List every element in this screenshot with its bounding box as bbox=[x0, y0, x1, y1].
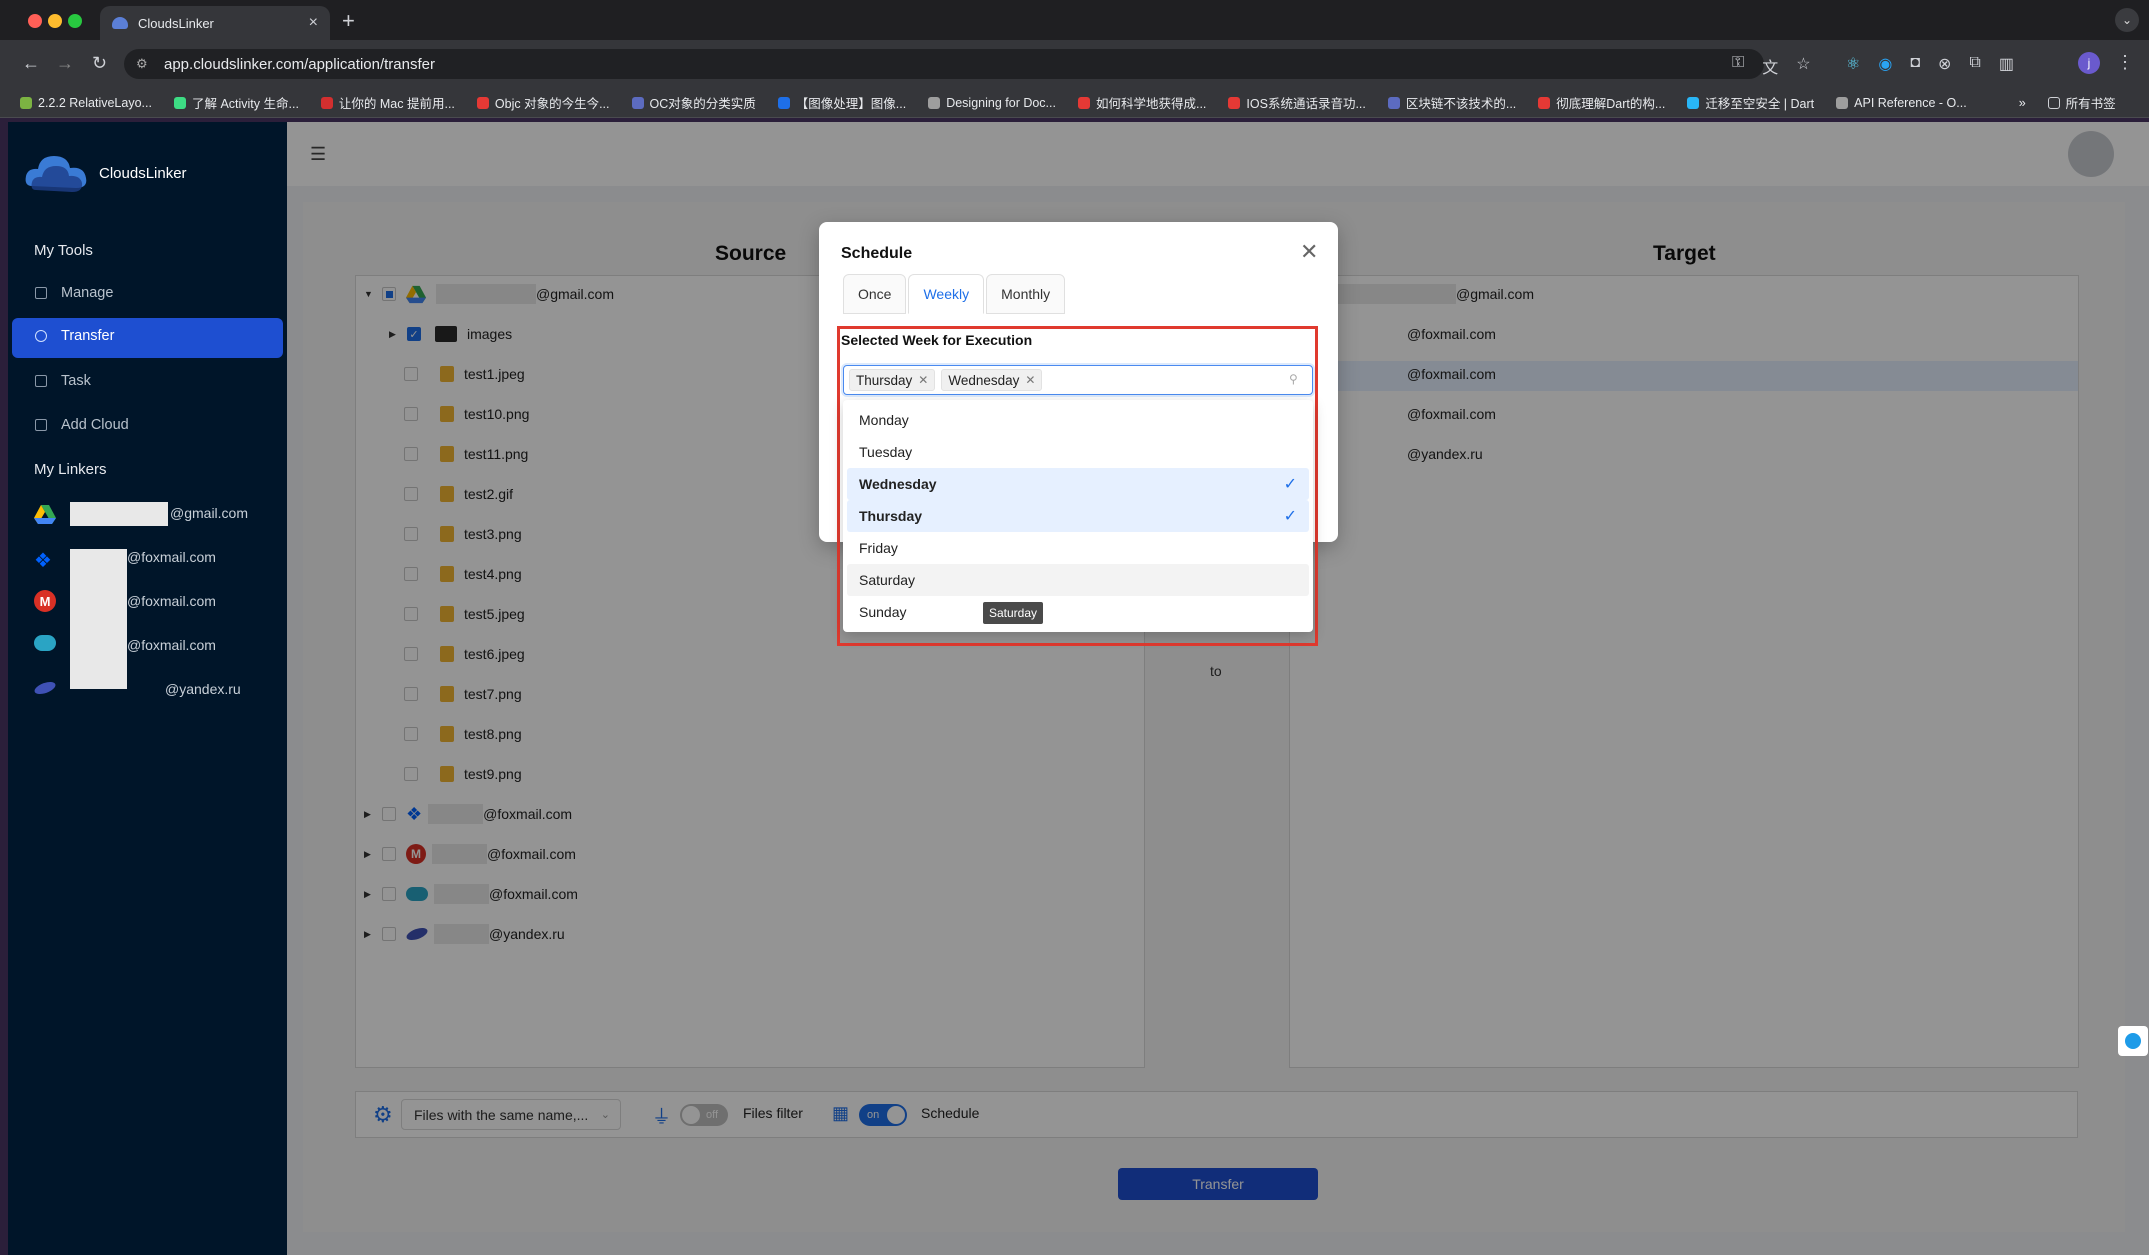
tab-close-icon[interactable]: × bbox=[309, 14, 318, 32]
extensions-bar: ⚛ ◉ ◘ ⊗ ⧉ ▥ bbox=[1846, 54, 2014, 74]
tab-search-button[interactable]: ⌄ bbox=[2115, 8, 2139, 32]
search-icon: ⚲ bbox=[1289, 372, 1298, 386]
bookmark-item[interactable]: 让你的 Mac 提前用... bbox=[320, 93, 455, 112]
tag-remove-icon[interactable]: ✕ bbox=[918, 373, 928, 387]
bookmark-item[interactable]: Designing for Doc... bbox=[928, 96, 1056, 110]
extension-blue-icon[interactable]: ◉ bbox=[1878, 54, 1892, 74]
check-icon: ✓ bbox=[1283, 476, 1297, 493]
bookmark-item[interactable]: API Reference - O... bbox=[1836, 96, 1967, 110]
bookmark-item[interactable]: OC对象的分类实质 bbox=[631, 93, 756, 112]
pcloud-icon bbox=[34, 635, 56, 651]
url-text: app.cloudslinker.com/application/transfe… bbox=[164, 55, 435, 73]
selected-tag: Thursday ✕ bbox=[849, 369, 936, 391]
tab-title: CloudsLinker bbox=[138, 15, 214, 31]
new-tab-button[interactable]: + bbox=[342, 8, 355, 34]
side-panel-icon[interactable]: ▥ bbox=[1999, 54, 2014, 74]
extension-glasses-icon[interactable]: ◘ bbox=[1910, 54, 1920, 74]
forward-arrow-icon[interactable]: → bbox=[56, 53, 74, 74]
linker-item[interactable]: @gmail.com bbox=[170, 505, 248, 521]
close-icon[interactable]: ✕ bbox=[1300, 239, 1318, 265]
window-close-button[interactable] bbox=[28, 14, 42, 28]
bookmark-star-icon[interactable]: ☆ bbox=[1796, 54, 1810, 78]
react-devtools-icon[interactable]: ⚛ bbox=[1846, 54, 1860, 74]
back-arrow-icon[interactable]: ← bbox=[22, 53, 40, 74]
tag-remove-icon[interactable]: ✕ bbox=[1025, 373, 1035, 387]
extension-x-icon[interactable]: ⊗ bbox=[1938, 54, 1951, 74]
tab-monthly[interactable]: Monthly bbox=[986, 274, 1066, 314]
floating-helper-button[interactable] bbox=[2118, 1026, 2148, 1056]
password-key-icon[interactable]: ⚿ bbox=[1732, 54, 1744, 78]
translate-icon[interactable]: 文 bbox=[1762, 54, 1778, 78]
extensions-puzzle-icon[interactable]: ⧉ bbox=[1969, 54, 1980, 74]
grid-icon bbox=[35, 287, 47, 299]
selected-tag: Wednesday ✕ bbox=[941, 369, 1043, 391]
bookmark-item[interactable]: 区块链不该技术的... bbox=[1387, 93, 1516, 112]
sidebar-item-add-cloud[interactable]: Add Cloud bbox=[35, 417, 129, 433]
week-multi-select[interactable]: Thursday ✕ Wednesday ✕ bbox=[843, 365, 1313, 395]
profile-avatar[interactable]: j bbox=[2078, 52, 2100, 74]
week-options-dropdown: Monday Tuesday Wednesday ✓ Thursday ✓ Frid… bbox=[843, 400, 1313, 632]
bookmark-item[interactable]: 【图像处理】图像... bbox=[777, 93, 906, 112]
helper-icon bbox=[2125, 1033, 2141, 1049]
bookmark-item[interactable]: 迁移至空安全 | Dart bbox=[1687, 93, 1814, 112]
reload-icon[interactable]: ↻ bbox=[92, 53, 107, 74]
window-zoom-button[interactable] bbox=[68, 14, 82, 28]
sidebar-item-transfer[interactable]: Transfer bbox=[35, 328, 114, 344]
all-bookmarks-folder[interactable]: 所有书签 bbox=[2047, 93, 2116, 112]
option-tooltip: Saturday bbox=[983, 602, 1044, 624]
google-drive-icon bbox=[34, 503, 56, 525]
tab-weekly[interactable]: Weekly bbox=[908, 274, 985, 314]
option-saturday[interactable]: Saturday bbox=[847, 564, 1309, 596]
option-wednesday[interactable]: Wednesday ✓ bbox=[847, 468, 1309, 500]
redacted-block bbox=[70, 549, 127, 689]
site-info-icon[interactable]: ⚙ bbox=[136, 56, 148, 72]
calendar-icon bbox=[35, 375, 47, 387]
window-minimize-button[interactable] bbox=[48, 14, 62, 28]
option-thursday[interactable]: Thursday ✓ bbox=[847, 500, 1309, 532]
bookmark-item[interactable]: Objc 对象的今生今... bbox=[476, 93, 610, 112]
linker-item[interactable]: @foxmail.com bbox=[127, 549, 216, 565]
selected-week-label: Selected Week for Execution bbox=[841, 332, 1033, 348]
linker-item[interactable]: @foxmail.com bbox=[127, 637, 216, 653]
bookmark-item[interactable]: 如何科学地获得成... bbox=[1077, 93, 1206, 112]
check-icon: ✓ bbox=[1283, 508, 1297, 525]
omnibox-actions: ⚿ 文 ☆ bbox=[1732, 54, 1811, 78]
redacted-block bbox=[70, 502, 168, 526]
bookmark-item[interactable]: 了解 Activity 生命... bbox=[173, 93, 299, 112]
address-bar[interactable]: app.cloudslinker.com/application/transfe… bbox=[124, 49, 1764, 79]
schedule-tabs: Once Weekly Monthly bbox=[843, 274, 1067, 314]
dropbox-icon: ❖ bbox=[34, 550, 52, 572]
tab-once[interactable]: Once bbox=[843, 274, 907, 314]
sidebar-section-my-tools: My Tools bbox=[34, 242, 93, 259]
sidebar-item-manage[interactable]: Manage bbox=[35, 285, 113, 301]
app-name: CloudsLinker bbox=[99, 165, 187, 182]
modal-title: Schedule bbox=[841, 245, 913, 262]
linker-item[interactable]: @foxmail.com bbox=[127, 593, 216, 609]
cloudslinker-favicon-icon bbox=[112, 17, 128, 29]
option-friday[interactable]: Friday bbox=[847, 532, 1309, 564]
browser-tab[interactable]: CloudsLinker × bbox=[100, 6, 330, 40]
sidebar-section-my-linkers: My Linkers bbox=[34, 461, 107, 478]
bookmarks-bar: 2.2.2 RelativeLayo... 了解 Activity 生命... … bbox=[0, 88, 2149, 118]
option-tuesday[interactable]: Tuesday bbox=[847, 436, 1309, 468]
bookmark-item[interactable]: IOS系统通话录音功... bbox=[1228, 93, 1366, 112]
bookmark-item[interactable]: 彻底理解Dart的构... bbox=[1538, 93, 1665, 112]
option-monday[interactable]: Monday bbox=[847, 404, 1309, 436]
linker-item[interactable]: @yandex.ru bbox=[165, 681, 241, 697]
mega-icon: M bbox=[34, 590, 56, 612]
cloudslinker-logo-icon bbox=[25, 156, 87, 192]
transfer-icon bbox=[35, 330, 47, 342]
browser-menu-icon[interactable]: ⋮ bbox=[2116, 52, 2134, 73]
add-cloud-icon bbox=[35, 419, 47, 431]
sidebar-item-task[interactable]: Task bbox=[35, 373, 91, 389]
bookmarks-overflow-button[interactable]: » bbox=[2019, 96, 2026, 110]
bookmark-item[interactable]: 2.2.2 RelativeLayo... bbox=[20, 96, 152, 110]
option-sunday[interactable]: Sunday bbox=[847, 596, 1309, 628]
